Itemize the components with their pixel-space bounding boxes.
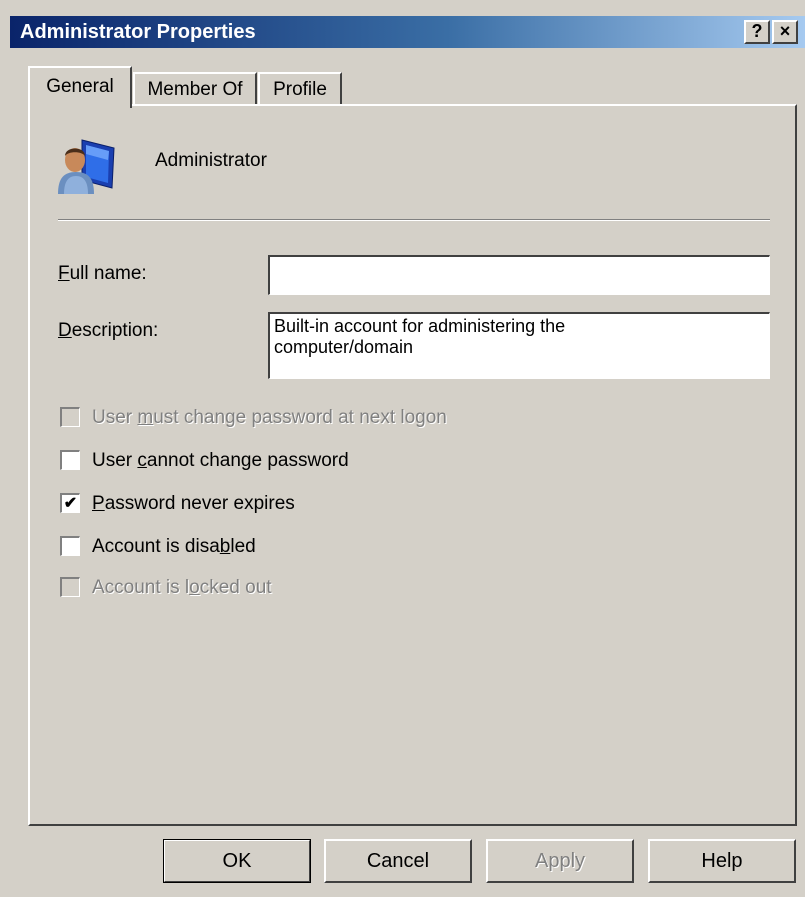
checkmark-icon[interactable]: ✔ <box>60 493 80 513</box>
checkbox-label: Account is locked out <box>92 577 272 598</box>
separator <box>58 219 770 221</box>
tab-general[interactable]: General <box>28 66 132 108</box>
help-icon[interactable]: ? <box>744 20 770 44</box>
description-input[interactable]: Built-in account for administering the c… <box>268 312 770 379</box>
checkbox-box[interactable] <box>60 577 80 597</box>
cancel-button[interactable]: Cancel <box>324 839 472 883</box>
properties-dialog: Administrator Properties ? × General Mem… <box>0 0 805 897</box>
help-button[interactable]: Help <box>648 839 796 883</box>
tab-member-of[interactable]: Member Of <box>133 72 257 106</box>
checkbox-box[interactable] <box>60 407 80 427</box>
description-label: Description: <box>58 320 159 341</box>
apply-button[interactable]: Apply <box>486 839 634 883</box>
full-name-input[interactable] <box>268 255 770 295</box>
checkbox-label: User cannot change password <box>92 450 349 471</box>
user-computer-icon <box>58 139 115 194</box>
checkbox-label: Account is disabled <box>92 536 256 557</box>
close-icon[interactable]: × <box>772 20 798 44</box>
username-label: Administrator <box>155 150 267 171</box>
full-name-label: Full name: <box>58 263 147 284</box>
checkbox-label: Password never expires <box>92 493 295 514</box>
window-title: Administrator Properties <box>20 21 256 43</box>
checkbox-box[interactable] <box>60 450 80 470</box>
checkbox-box[interactable] <box>60 536 80 556</box>
title-bar: Administrator Properties ? × <box>10 16 805 48</box>
ok-button[interactable]: OK <box>163 839 311 883</box>
checkbox-label: User must change password at next logon <box>92 407 447 428</box>
tab-profile[interactable]: Profile <box>258 72 342 106</box>
